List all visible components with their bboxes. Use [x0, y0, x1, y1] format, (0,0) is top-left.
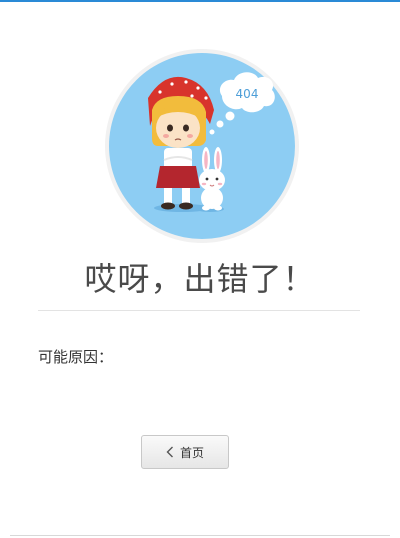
error-code-text: 404 — [236, 87, 259, 101]
chevron-left-icon — [166, 446, 174, 458]
error-illustration: 404 — [105, 49, 299, 243]
footer-divider — [10, 535, 390, 536]
possible-reasons-label: 可能原因： — [38, 348, 114, 366]
home-button[interactable]: 首页 — [141, 435, 229, 469]
home-button-label: 首页 — [179, 445, 204, 460]
page-title: 哎呀，出错了！ — [84, 260, 316, 298]
title-divider — [38, 310, 360, 311]
top-accent-bar — [0, 0, 400, 2]
